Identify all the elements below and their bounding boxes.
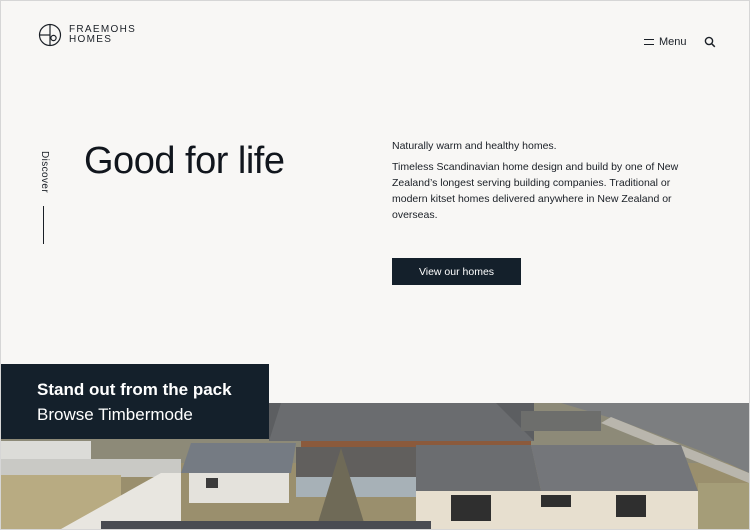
menu-label: Menu bbox=[659, 36, 687, 48]
promo-headline: Stand out from the pack bbox=[37, 380, 232, 399]
intro-description: Timeless Scandinavian home design and bu… bbox=[392, 161, 679, 221]
view-homes-button[interactable]: View our homes bbox=[392, 258, 521, 285]
logo-mark-icon bbox=[38, 23, 62, 47]
page: FRAEMOHS HOMES Menu Discover Good for li… bbox=[0, 0, 750, 530]
promo-subline: Browse Timbermode bbox=[37, 405, 193, 424]
brand-name: FRAEMOHS HOMES bbox=[69, 25, 136, 45]
timbermode-promo-link[interactable]: Stand out from the pack Browse Timbermod… bbox=[1, 364, 269, 439]
brand-line-2: HOMES bbox=[69, 34, 113, 45]
intro-tagline: Naturally warm and healthy homes. bbox=[392, 140, 557, 152]
discover-divider bbox=[43, 206, 44, 244]
intro-text: Naturally warm and healthy homes. Timele… bbox=[392, 138, 702, 228]
menu-button[interactable]: Menu bbox=[644, 36, 687, 48]
search-icon[interactable] bbox=[704, 36, 716, 48]
menu-icon bbox=[644, 39, 654, 45]
discover-link[interactable]: Discover bbox=[38, 151, 50, 193]
page-title: Good for life bbox=[84, 140, 285, 182]
brand-logo[interactable]: FRAEMOHS HOMES bbox=[38, 23, 136, 47]
